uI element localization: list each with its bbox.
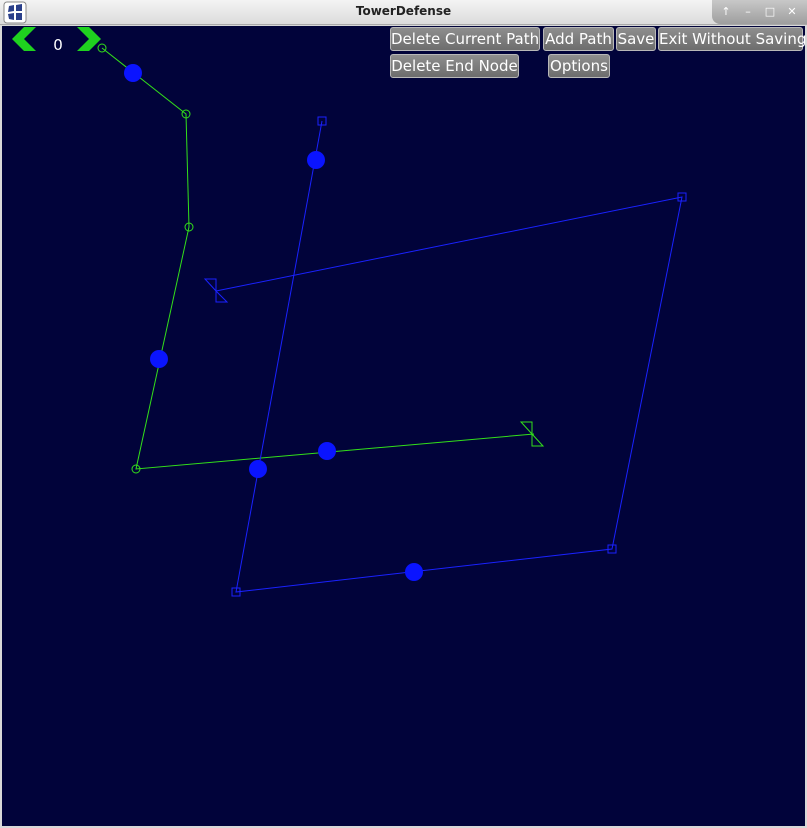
options-button[interactable]: Options <box>548 54 610 78</box>
maximize-up-icon[interactable]: ↑ <box>718 4 734 20</box>
green-path-enemy-dot <box>318 442 336 460</box>
blue-path-enemy-dot <box>405 563 423 581</box>
path-editor-canvas[interactable] <box>2 26 805 826</box>
green-path <box>97 43 545 474</box>
green-path-line <box>101 47 535 470</box>
game-canvas[interactable]: 0 Delete Current Path Add Path Save Exit… <box>2 26 805 826</box>
maximize-icon[interactable]: □ <box>762 4 778 20</box>
save-button[interactable]: Save <box>616 27 656 51</box>
blue-path <box>203 116 687 597</box>
next-path-arrow-icon[interactable] <box>75 26 103 52</box>
window-title: TowerDefense <box>355 4 452 18</box>
exit-without-saving-button[interactable]: Exit Without Saving <box>658 27 805 51</box>
green-path-enemy-dot <box>124 64 142 82</box>
path-counter: 0 <box>53 36 63 54</box>
green-path-enemy-dot <box>150 350 168 368</box>
title-bar: TowerDefense ↑ – □ ✕ <box>0 0 807 25</box>
blue-path-enemy-dot <box>249 460 267 478</box>
blue-path-line <box>215 120 683 593</box>
blue-path-enemy-dot <box>307 151 325 169</box>
window-controls: ↑ – □ ✕ <box>712 0 807 24</box>
delete-current-path-button[interactable]: Delete Current Path <box>390 27 540 51</box>
blue-path-end-flag[interactable] <box>203 278 229 303</box>
add-path-button[interactable]: Add Path <box>543 27 614 51</box>
minimize-icon[interactable]: – <box>740 4 756 20</box>
previous-path-arrow-icon[interactable] <box>10 26 38 52</box>
close-icon[interactable]: ✕ <box>784 4 800 20</box>
delete-end-node-button[interactable]: Delete End Node <box>390 54 519 78</box>
green-path-end-flag[interactable] <box>519 421 545 447</box>
